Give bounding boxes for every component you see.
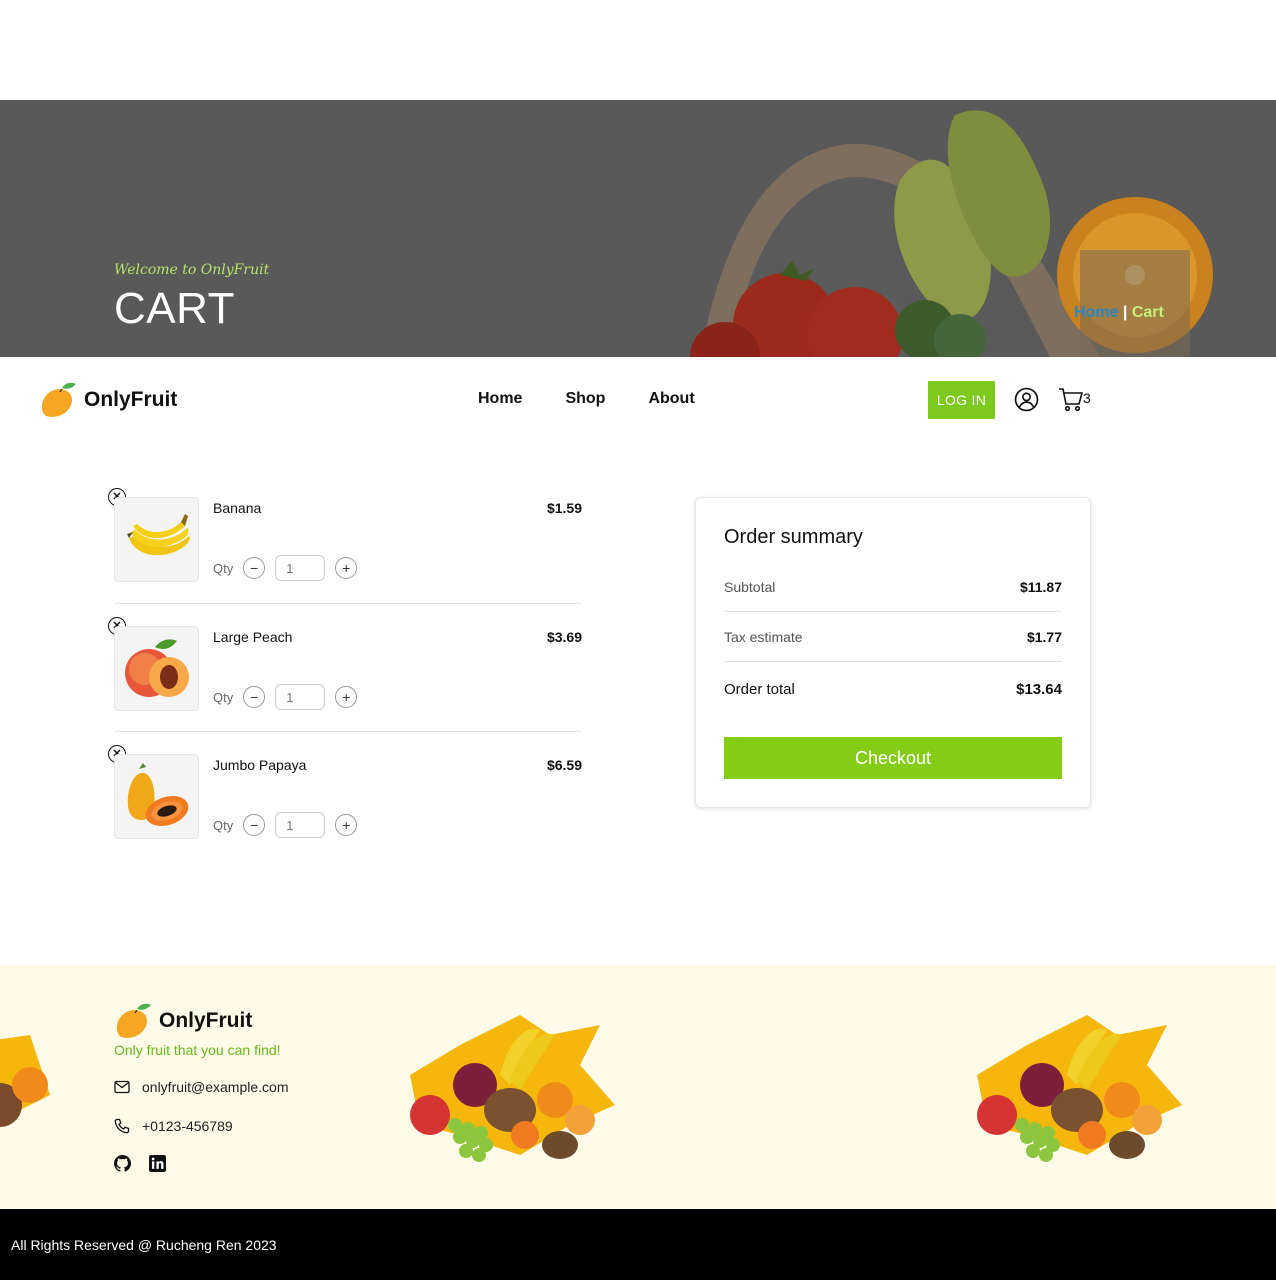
subtotal-row: Subtotal $11.87 bbox=[724, 579, 1062, 595]
item-name: Jumbo Papaya bbox=[213, 757, 307, 773]
banana-image bbox=[127, 514, 190, 556]
mango-logo-icon bbox=[41, 382, 76, 417]
summary-divider bbox=[724, 661, 1062, 662]
tax-label: Tax estimate bbox=[724, 629, 803, 645]
brand-name: OnlyFruit bbox=[84, 388, 178, 411]
papaya-image bbox=[127, 763, 189, 826]
nav-link-about[interactable]: About bbox=[648, 390, 694, 408]
item-divider bbox=[114, 731, 582, 732]
item-price: $6.59 bbox=[546, 757, 582, 773]
breadcrumb-home-link[interactable]: Home bbox=[1074, 304, 1118, 321]
product-thumbnail bbox=[114, 626, 199, 711]
item-name: Banana bbox=[213, 500, 262, 516]
footer-tagline: Only fruit that you can find! bbox=[114, 1042, 281, 1058]
subtotal-label: Subtotal bbox=[724, 579, 776, 595]
order-summary-card: Order summary Subtotal $11.87 Tax estima… bbox=[695, 497, 1091, 808]
nav-link-home[interactable]: Home bbox=[478, 390, 522, 408]
qty-label: Qty bbox=[213, 560, 234, 576]
footer-email-text[interactable]: onlyfruit@example.com bbox=[142, 1079, 289, 1095]
item-price: $1.59 bbox=[546, 500, 582, 516]
subtotal-value: $11.87 bbox=[1019, 579, 1062, 595]
footer-phone-text[interactable]: +0123-456789 bbox=[142, 1118, 233, 1134]
item-divider bbox=[114, 603, 582, 604]
phone-icon bbox=[114, 1118, 130, 1134]
brand-logo[interactable]: OnlyFruit bbox=[38, 380, 177, 420]
breadcrumb-current: Cart bbox=[1131, 304, 1164, 321]
footer-brand-name: OnlyFruit bbox=[159, 1009, 253, 1032]
product-thumbnail bbox=[114, 497, 199, 582]
qty-input[interactable] bbox=[275, 812, 326, 838]
github-icon[interactable] bbox=[114, 1155, 131, 1172]
quantity-stepper: Qty − + bbox=[213, 684, 358, 710]
decrease-qty-button[interactable]: − bbox=[243, 686, 266, 708]
increase-qty-button[interactable]: + bbox=[335, 814, 358, 836]
peach-image bbox=[125, 639, 189, 697]
item-price: $3.69 bbox=[546, 629, 582, 645]
cart-item: ✕ Jumbo Papaya $6.59 Qty − + bbox=[108, 743, 582, 861]
quantity-stepper: Qty − + bbox=[213, 555, 358, 581]
footer-brand-logo[interactable]: OnlyFruit bbox=[113, 1001, 252, 1041]
breadcrumb-separator: | bbox=[1118, 304, 1132, 321]
decrease-qty-button[interactable]: − bbox=[243, 814, 266, 836]
qty-input[interactable] bbox=[275, 555, 326, 581]
order-total-value: $13.64 bbox=[1016, 681, 1062, 698]
nav-links: Home Shop About bbox=[478, 390, 695, 408]
checkout-button[interactable]: Checkout bbox=[724, 737, 1062, 779]
quantity-stepper: Qty − + bbox=[213, 812, 358, 838]
envelope-icon bbox=[114, 1080, 130, 1094]
footer-email: onlyfruit@example.com bbox=[114, 1079, 289, 1095]
mango-logo-icon bbox=[116, 1003, 151, 1038]
fruit-pile-image bbox=[410, 1015, 615, 1162]
cart-count-badge: 3 bbox=[1083, 390, 1091, 406]
tax-value: $1.77 bbox=[1026, 629, 1062, 645]
user-account-icon[interactable] bbox=[1014, 387, 1039, 412]
nav-link-shop[interactable]: Shop bbox=[565, 390, 605, 408]
qty-label: Qty bbox=[213, 689, 234, 705]
order-total-label: Order total bbox=[724, 681, 795, 698]
hero-tagline: Welcome to OnlyFruit bbox=[114, 262, 270, 278]
cart-item: ✕ Large Peach $3.69 Qty − + bbox=[108, 615, 582, 733]
tax-row: Tax estimate $1.77 bbox=[724, 629, 1062, 645]
item-name: Large Peach bbox=[213, 629, 293, 645]
page-title: CART bbox=[114, 284, 235, 333]
linkedin-icon[interactable] bbox=[149, 1155, 166, 1172]
qty-label: Qty bbox=[213, 817, 234, 833]
product-thumbnail bbox=[114, 754, 199, 839]
breadcrumb: Home | Cart bbox=[1074, 304, 1164, 322]
qty-input[interactable] bbox=[275, 684, 326, 710]
fruit-pile-image bbox=[977, 1015, 1182, 1162]
fruit-pile-image bbox=[0, 1035, 50, 1127]
footer-phone: +0123-456789 bbox=[114, 1118, 233, 1134]
summary-divider bbox=[724, 611, 1062, 612]
decrease-qty-button[interactable]: − bbox=[243, 557, 266, 579]
order-summary-title: Order summary bbox=[724, 526, 863, 548]
increase-qty-button[interactable]: + bbox=[335, 686, 358, 708]
copyright-text: All Rights Reserved @ Rucheng Ren 2023 bbox=[11, 1237, 277, 1253]
cart-item: ✕ Banana $1.59 Qty − + bbox=[108, 486, 582, 604]
login-button[interactable]: LOG IN bbox=[928, 381, 995, 419]
increase-qty-button[interactable]: + bbox=[335, 557, 358, 579]
order-total-row: Order total $13.64 bbox=[724, 681, 1062, 698]
shopping-cart-icon[interactable] bbox=[1058, 387, 1084, 412]
